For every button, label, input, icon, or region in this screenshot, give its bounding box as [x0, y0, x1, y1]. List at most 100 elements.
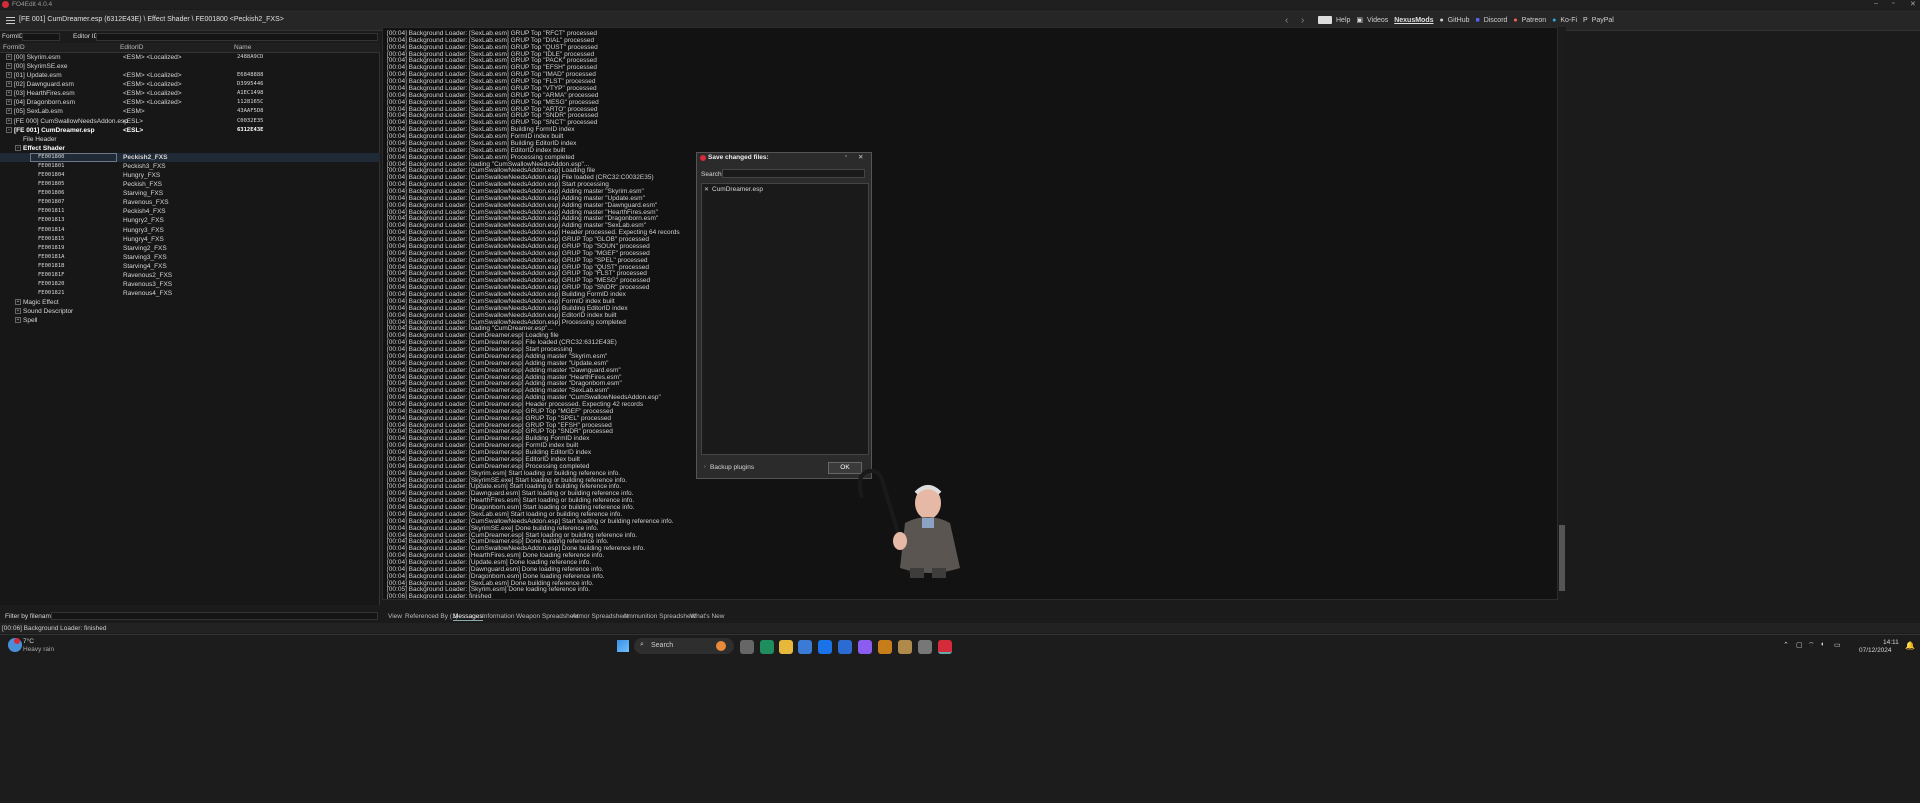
expand-toggle-icon[interactable]: + [6, 117, 12, 124]
tree-row[interactable]: + [00] SkyrimSE.exe [0, 62, 380, 71]
scroll-thumb[interactable] [1559, 525, 1565, 591]
help-link[interactable]: Help [1336, 17, 1350, 24]
tree-row[interactable]: FE001819 Starving2_FXS [0, 244, 380, 253]
close-icon[interactable]: ✕ [1910, 0, 1916, 8]
taskbar-search[interactable]: ⌕ Search [634, 638, 734, 654]
app-icon-8[interactable] [898, 640, 912, 654]
dialog-search-input[interactable] [722, 169, 865, 178]
tree-row[interactable]: FE001806 Starving_FXS [0, 189, 380, 198]
battery-icon[interactable]: ▭ [1834, 641, 1841, 649]
tab-weapon-spreadsheet[interactable]: Weapon Spreadsheet [516, 613, 579, 620]
tab-information[interactable]: Information [482, 613, 515, 620]
tree-row[interactable]: FE001814 Hungry3_FXS [0, 226, 380, 235]
videos-link[interactable]: Videos [1367, 17, 1388, 24]
tray-app-icon[interactable]: ▢ [1796, 641, 1803, 649]
minimize-icon[interactable]: – [1874, 0, 1878, 7]
expand-toggle-icon[interactable]: + [6, 99, 12, 106]
tree-row[interactable]: FE00181B Starving4_FXS [0, 262, 380, 271]
tray-chevron-icon[interactable]: ⌃ [1783, 641, 1789, 649]
editorid-filter-input[interactable] [96, 33, 378, 41]
expand-toggle-icon[interactable]: + [6, 81, 12, 88]
tab-armor-spreadsheet[interactable]: Armor Spreadsheet [572, 613, 628, 620]
col-formid[interactable]: FormID [3, 44, 25, 51]
expand-toggle-icon[interactable]: + [6, 108, 12, 115]
discord-link[interactable]: Discord [1484, 17, 1508, 24]
filename-filter-input[interactable] [51, 612, 378, 620]
expand-toggle-icon[interactable]: + [6, 72, 12, 79]
tree-row[interactable]: + [05] SexLab.esm <ESM> 43AAF5D8 [0, 107, 380, 116]
tree-row[interactable]: FE001821 Ravenous4_FXS [0, 289, 380, 298]
dialog-close-icon[interactable]: ✕ [858, 153, 863, 161]
clock-date[interactable]: 07/12/2024 [1859, 647, 1892, 654]
tree-row[interactable]: FE001815 Hungry4_FXS [0, 235, 380, 244]
col-name[interactable]: Name [234, 44, 251, 51]
file-checkbox[interactable]: ✕ [704, 186, 709, 193]
app-icon-7[interactable] [878, 640, 892, 654]
expand-toggle-icon[interactable]: + [6, 90, 12, 97]
windows-start-icon[interactable] [617, 640, 629, 652]
backup-plugins-label[interactable]: Backup plugins [710, 464, 754, 471]
patreon-link[interactable]: Patreon [1522, 17, 1547, 24]
expand-toggle-icon[interactable]: + [15, 308, 21, 315]
tree-row[interactable]: + [00] Skyrim.esm <ESM> <Localized> 2488A9C… [0, 53, 380, 62]
log-scrollbar[interactable] [1558, 27, 1566, 600]
tree-row[interactable]: + [02] Dawnguard.esm <ESM> <Localized> D399… [0, 80, 380, 89]
hamburger-menu-icon[interactable] [6, 15, 15, 24]
tree-row[interactable]: - [FE 001] CumDreamer.esp <ESL> 6312E43E [0, 126, 380, 135]
tree-row[interactable]: FE001811 Peckish4_FXS [0, 207, 380, 216]
nexusmods-link[interactable]: NexusMods [1394, 17, 1433, 24]
tree-row[interactable]: FE001801 Peckish3_FXS [0, 162, 380, 171]
app-icon-9[interactable] [918, 640, 932, 654]
tree-row[interactable]: FE00181A Starving3_FXS [0, 253, 380, 262]
tab-ammunition-spreadsheet[interactable]: Ammunition Spreadsheet [623, 613, 696, 620]
expand-toggle-icon[interactable]: + [15, 317, 21, 324]
forward-arrow-icon[interactable]: › [1301, 15, 1304, 26]
tab-messages[interactable]: Messages [453, 613, 483, 621]
tree-row[interactable]: + [FE 000] CumSwallowNeedsAddon.esp <ESL> C… [0, 117, 380, 126]
tree-row[interactable]: + [01] Update.esm <ESM> <Localized> E684888… [0, 71, 380, 80]
volume-icon[interactable]: ◖ [1820, 641, 1824, 648]
xedit-taskbar-icon[interactable] [938, 640, 952, 654]
task-view-icon[interactable] [740, 640, 754, 654]
tree-row[interactable]: + Magic Effect [0, 298, 380, 307]
back-arrow-icon[interactable]: ‹ [1285, 15, 1288, 26]
github-link[interactable]: GitHub [1448, 17, 1470, 24]
file-explorer-icon[interactable] [779, 640, 793, 654]
edge-icon[interactable] [760, 640, 774, 654]
tree-row[interactable]: FE001813 Hungry2_FXS [0, 216, 380, 225]
tree-row[interactable]: FE001804 Hungry_FXS [0, 171, 380, 180]
expand-toggle-icon[interactable]: + [6, 54, 12, 60]
dialog-maximize-icon[interactable]: ▫ [845, 153, 847, 160]
file-list-item[interactable]: CumDreamer.esp [712, 186, 763, 193]
tab-view[interactable]: View [388, 613, 402, 620]
expand-toggle-icon[interactable]: - [15, 144, 21, 151]
tree-row[interactable]: + [04] Dragonborn.esm <ESM> <Localized> 112… [0, 98, 380, 107]
tree-row[interactable]: + Spell [0, 316, 380, 325]
store-icon[interactable] [798, 640, 812, 654]
kofi-link[interactable]: Ko-Fi [1560, 17, 1577, 24]
tab-what-s-new[interactable]: What's New [690, 613, 724, 620]
copilot-icon[interactable] [858, 640, 872, 654]
backup-chevron-icon[interactable]: › [704, 464, 706, 470]
notifications-icon[interactable]: 🔔 [1905, 641, 1915, 650]
outlook-icon[interactable] [818, 640, 832, 654]
paypal-link[interactable]: PayPal [1592, 17, 1614, 24]
tree-row[interactable]: FE001800 Peckish2_FXS [0, 152, 380, 162]
network-icon[interactable]: ⌔ [1808, 641, 1815, 650]
tree-row[interactable]: FE00181F Ravenous2_FXS [0, 271, 380, 280]
tree-row[interactable]: FE001820 Ravenous3_FXS [0, 280, 380, 289]
expand-toggle-icon[interactable]: + [15, 299, 21, 306]
expand-toggle-icon[interactable]: + [6, 63, 12, 70]
expand-toggle-icon[interactable]: - [6, 126, 12, 133]
tab-referenced-by-1[interactable]: Referenced By (1) [405, 613, 458, 620]
formid-filter-input[interactable] [22, 33, 60, 41]
tree-row[interactable]: FE001805 Peckish_FXS [0, 180, 380, 189]
tree-row[interactable]: FE001807 Ravenous_FXS [0, 198, 380, 207]
clock-time[interactable]: 14:11 [1883, 639, 1899, 646]
tree-row[interactable]: File Header [0, 135, 380, 144]
col-editorid[interactable]: EditorID [120, 44, 143, 51]
tree-row[interactable]: + [03] HearthFires.esm <ESM> <Localized> A1… [0, 89, 380, 98]
tree-row[interactable]: + Sound Descriptor [0, 307, 380, 316]
maximize-icon[interactable]: ▫ [1892, 0, 1894, 7]
dropbox-icon[interactable] [838, 640, 852, 654]
